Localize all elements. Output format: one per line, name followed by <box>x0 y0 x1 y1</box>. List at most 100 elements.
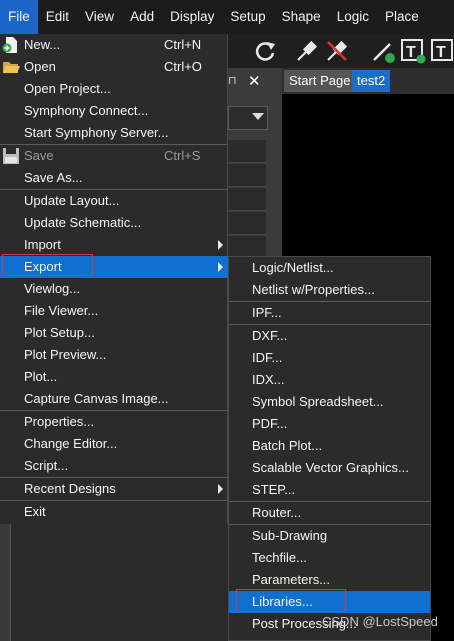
tab-start-page[interactable]: Start Page <box>284 70 356 92</box>
menu-item-label: Update Layout... <box>24 193 120 208</box>
menu-item-change-editor[interactable]: Change Editor... <box>0 433 228 455</box>
menu-setup[interactable]: Setup <box>222 0 273 34</box>
menu-item-recent-designs[interactable]: Recent Designs <box>0 478 228 500</box>
menu-item-label: Plot... <box>24 369 58 384</box>
open-folder-icon <box>3 62 20 73</box>
add-text-icon[interactable]: T <box>400 38 426 64</box>
watermark: CSDN @LostSpeed <box>322 614 438 629</box>
menu-add[interactable]: Add <box>122 0 162 34</box>
dock-close-icon[interactable]: ✕ <box>248 72 261 90</box>
menu-view[interactable]: View <box>77 0 122 34</box>
edit-text-icon[interactable]: T <box>430 38 454 64</box>
file-menu: New... Ctrl+N Open Ctrl+O Open Project..… <box>0 34 228 524</box>
menu-item-save[interactable]: Save Ctrl+S <box>0 145 228 167</box>
menu-item-update-layout[interactable]: Update Layout... <box>0 190 228 212</box>
menu-item-label: Capture Canvas Image... <box>24 391 169 406</box>
menu-item-label: New... <box>24 37 61 52</box>
shortcut-label: Ctrl+O <box>164 59 202 74</box>
submenu-item-sub-drawing[interactable]: Sub-Drawing <box>229 525 430 547</box>
menu-item-properties[interactable]: Properties... <box>0 411 228 433</box>
menu-item-plot[interactable]: Plot... <box>0 366 228 388</box>
new-file-icon <box>2 37 17 53</box>
menu-display[interactable]: Display <box>162 0 222 34</box>
menu-logic[interactable]: Logic <box>329 0 377 34</box>
pin-icon[interactable] <box>294 38 320 64</box>
submenu-item-pdf[interactable]: PDF... <box>229 413 430 435</box>
submenu-item-label: Symbol Spreadsheet... <box>252 394 384 409</box>
submenu-item-idf[interactable]: IDF... <box>229 347 430 369</box>
submenu-item-label: DXF... <box>252 328 288 343</box>
submenu-item-label: IDF... <box>252 350 283 365</box>
menu-item-label: Update Schematic... <box>24 215 142 230</box>
menu-item-save-as[interactable]: Save As... <box>0 167 228 189</box>
menu-item-script[interactable]: Script... <box>0 455 228 477</box>
submenu-item-techfile[interactable]: Techfile... <box>229 547 430 569</box>
menu-item-label: Open <box>24 59 56 74</box>
menu-item-plot-preview[interactable]: Plot Preview... <box>0 344 228 366</box>
menu-edit[interactable]: Edit <box>38 0 77 34</box>
menu-item-start-symphony-server[interactable]: Start Symphony Server... <box>0 122 228 144</box>
submenu-item-label: Netlist w/Properties... <box>252 282 375 297</box>
menu-item-label: Exit <box>24 504 46 519</box>
menu-item-label: Import <box>24 237 61 252</box>
menu-item-viewlog[interactable]: Viewlog... <box>0 278 228 300</box>
submenu-item-svg[interactable]: Scalable Vector Graphics... <box>229 457 430 479</box>
menu-item-import[interactable]: Import <box>0 234 228 256</box>
submenu-item-label: Techfile... <box>252 550 307 565</box>
svg-text:T: T <box>436 44 446 61</box>
menu-item-label: Save As... <box>24 170 83 185</box>
submenu-item-batch-plot[interactable]: Batch Plot... <box>229 435 430 457</box>
add-line-icon[interactable] <box>370 38 396 64</box>
dock-row <box>228 212 266 235</box>
chevron-down-icon <box>252 113 264 120</box>
shortcut-label: Ctrl+N <box>164 37 202 52</box>
menu-item-exit[interactable]: Exit <box>0 501 228 523</box>
left-panel-list <box>10 522 229 641</box>
submenu-item-label: Sub-Drawing <box>252 528 328 543</box>
menu-item-plot-setup[interactable]: Plot Setup... <box>0 322 228 344</box>
submenu-item-label: Logic/Netlist... <box>252 260 334 275</box>
submenu-item-label: Scalable Vector Graphics... <box>252 460 409 475</box>
menu-item-label: Viewlog... <box>24 281 81 296</box>
submenu-item-logic-netlist[interactable]: Logic/Netlist... <box>229 257 430 279</box>
menu-item-label: Symphony Connect... <box>24 103 149 118</box>
redo-icon[interactable] <box>252 38 278 64</box>
menu-item-label: Plot Setup... <box>24 325 95 340</box>
submenu-item-dxf[interactable]: DXF... <box>229 325 430 347</box>
menu-item-update-schematic[interactable]: Update Schematic... <box>0 212 228 234</box>
shortcut-label: Ctrl+S <box>164 148 201 163</box>
submenu-item-idx[interactable]: IDX... <box>229 369 430 391</box>
submenu-item-netlist-wproperties[interactable]: Netlist w/Properties... <box>229 279 430 301</box>
annotation-box-export <box>2 254 93 276</box>
submenu-item-label: IPF... <box>252 305 282 320</box>
dock-row <box>228 188 266 211</box>
submenu-item-ipf[interactable]: IPF... <box>229 302 430 324</box>
menu-item-label: File Viewer... <box>24 303 99 318</box>
menu-item-label: Properties... <box>24 414 95 429</box>
menu-item-capture-canvas-image[interactable]: Capture Canvas Image... <box>0 388 228 410</box>
dock-pin-icon[interactable]: ⊓ <box>228 74 237 87</box>
submenu-item-router[interactable]: Router... <box>229 502 430 524</box>
submenu-item-label: IDX... <box>252 372 285 387</box>
submenu-item-symbol-spreadsheet[interactable]: Symbol Spreadsheet... <box>229 391 430 413</box>
menu-shape[interactable]: Shape <box>274 0 329 34</box>
menu-item-file-viewer[interactable]: File Viewer... <box>0 300 228 322</box>
save-icon <box>3 148 19 164</box>
unpin-icon[interactable] <box>324 38 350 64</box>
svg-text:T: T <box>406 44 416 61</box>
menu-place[interactable]: Place <box>377 0 427 34</box>
tab-test2[interactable]: test2 <box>352 70 391 92</box>
menu-item-symphony-connect[interactable]: Symphony Connect... <box>0 100 228 122</box>
menu-item-open[interactable]: Open Ctrl+O <box>0 56 228 78</box>
submenu-item-step[interactable]: STEP... <box>229 479 430 501</box>
menu-file[interactable]: File <box>0 0 38 34</box>
submenu-item-label: Batch Plot... <box>252 438 323 453</box>
menu-item-label: Open Project... <box>24 81 111 96</box>
menu-item-open-project[interactable]: Open Project... <box>0 78 228 100</box>
submenu-item-label: PDF... <box>252 416 288 431</box>
submenu-item-parameters[interactable]: Parameters... <box>229 569 430 591</box>
menu-item-new[interactable]: New... Ctrl+N <box>0 34 228 56</box>
dock-combo[interactable] <box>228 106 268 130</box>
submenu-arrow-icon <box>218 262 223 272</box>
submenu-item-label: STEP... <box>252 482 296 497</box>
